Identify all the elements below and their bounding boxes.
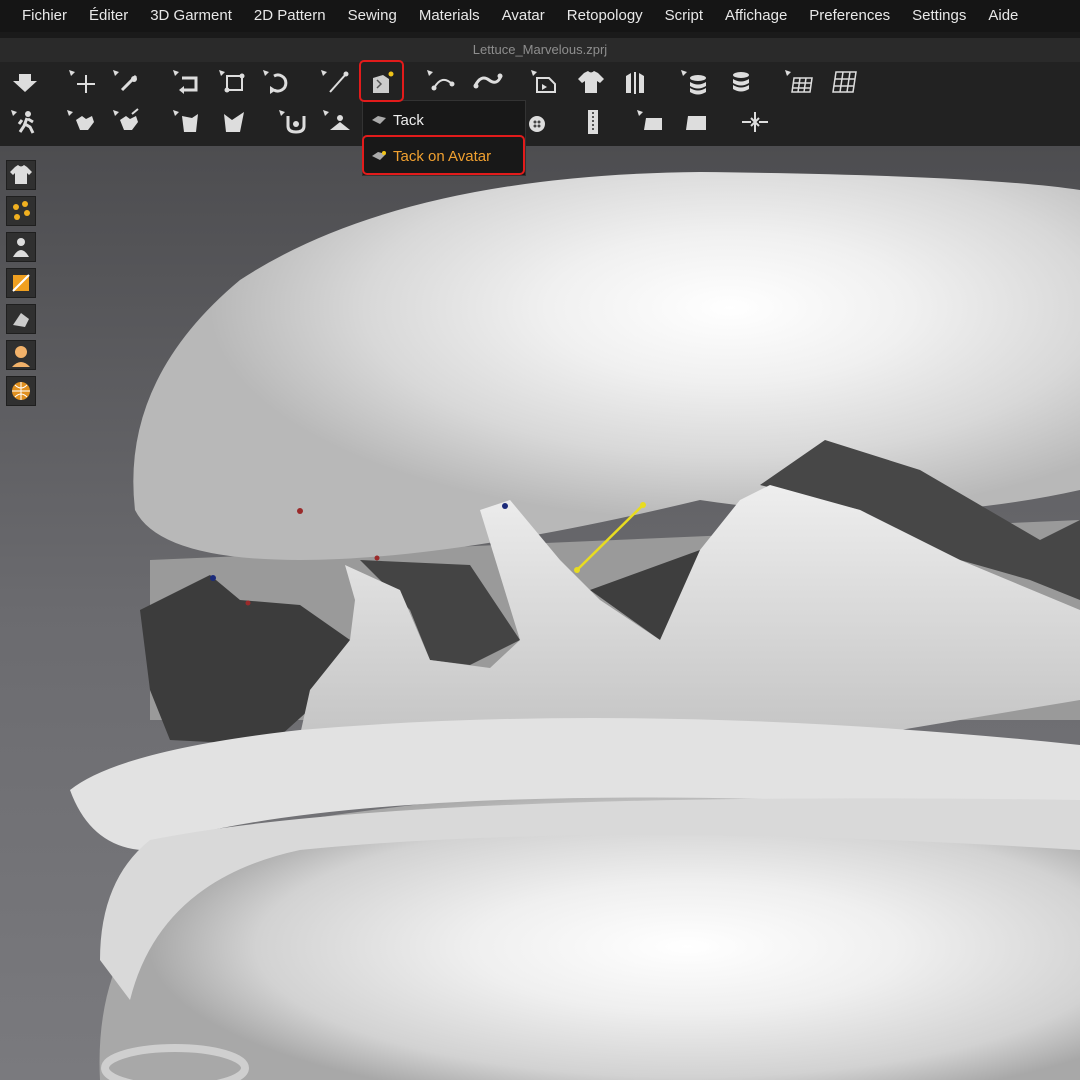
shirt-view-icon[interactable] (6, 160, 36, 190)
menu-retopology[interactable]: Retopology (556, 0, 654, 32)
globe-icon[interactable] (6, 376, 36, 406)
pin-needle-icon[interactable] (318, 66, 352, 98)
menu-preferences[interactable]: Preferences (798, 0, 901, 32)
menu-affichage[interactable]: Affichage (714, 0, 798, 32)
menu-settings[interactable]: Settings (901, 0, 977, 32)
shirt-icon[interactable] (574, 66, 608, 98)
menu-sewing[interactable]: Sewing (337, 0, 408, 32)
garment-split-icon[interactable] (618, 66, 652, 98)
avatar-head-icon[interactable] (6, 340, 36, 370)
stack-icon[interactable] (678, 66, 712, 98)
tack-point[interactable] (297, 508, 303, 514)
free-sewing-icon[interactable] (470, 66, 504, 98)
toolbar-row-1 (0, 62, 1080, 102)
flat-panel-icon[interactable] (634, 106, 668, 138)
menu-aide[interactable]: Aide (977, 0, 1029, 32)
dropdown-item-label: Tack (393, 111, 424, 129)
menu-bar: Fichier Éditer 3D Garment 2D Pattern Sew… (0, 0, 1080, 32)
rotate-3d-icon[interactable] (260, 66, 294, 98)
layer-icon[interactable] (724, 66, 758, 98)
grid-icon[interactable] (782, 66, 816, 98)
toolbar-row-2 (0, 102, 1080, 146)
highlight-tack-on-avatar (362, 135, 525, 175)
zipper-icon[interactable] (576, 106, 610, 138)
pattern-fold-icon[interactable] (216, 106, 250, 138)
button-icon[interactable] (276, 106, 310, 138)
menu-avatar[interactable]: Avatar (491, 0, 556, 32)
points-icon[interactable] (6, 196, 36, 226)
hanger-icon[interactable] (320, 106, 354, 138)
fold-icon[interactable] (528, 66, 562, 98)
highlight-tack-tool (359, 60, 404, 102)
tack-point[interactable] (502, 503, 508, 509)
transform-icon[interactable] (216, 66, 250, 98)
rotate-icon[interactable] (170, 66, 204, 98)
move-cross-icon[interactable] (66, 66, 100, 98)
dropdown-item-tack[interactable]: Tack (363, 103, 525, 137)
texture-icon[interactable] (6, 268, 36, 298)
edit-mesh-icon[interactable] (110, 106, 144, 138)
3d-viewport[interactable] (0, 146, 1080, 1080)
menu-fichier[interactable]: Fichier (0, 0, 78, 32)
grid-tilt-icon[interactable] (828, 66, 862, 98)
pattern-arrow-icon[interactable] (170, 106, 204, 138)
edit-pin-icon[interactable] (110, 66, 144, 98)
menu-2d-pattern[interactable]: 2D Pattern (243, 0, 337, 32)
file-title: Lettuce_Marvelous.zprj (0, 38, 1080, 62)
menu-materials[interactable]: Materials (408, 0, 491, 32)
tack-line-end[interactable] (640, 502, 646, 508)
avatar-view-icon[interactable] (6, 232, 36, 262)
select-mesh-icon[interactable] (64, 106, 98, 138)
menu-3d-garment[interactable]: 3D Garment (139, 0, 243, 32)
tack-icon (372, 116, 386, 124)
down-arrow-icon[interactable] (8, 66, 42, 98)
tack-point[interactable] (374, 555, 380, 561)
merge-arrows-icon[interactable] (738, 106, 772, 138)
avatar-walk-icon[interactable] (8, 106, 42, 138)
tack-point[interactable] (245, 600, 251, 606)
tack-point[interactable] (210, 575, 216, 581)
panel-icon[interactable] (680, 106, 714, 138)
tack-line-start[interactable] (574, 567, 580, 573)
sewing-line-icon[interactable] (424, 66, 458, 98)
menu-editer[interactable]: Éditer (78, 0, 139, 32)
menu-script[interactable]: Script (654, 0, 714, 32)
mesh-icon[interactable] (6, 304, 36, 334)
